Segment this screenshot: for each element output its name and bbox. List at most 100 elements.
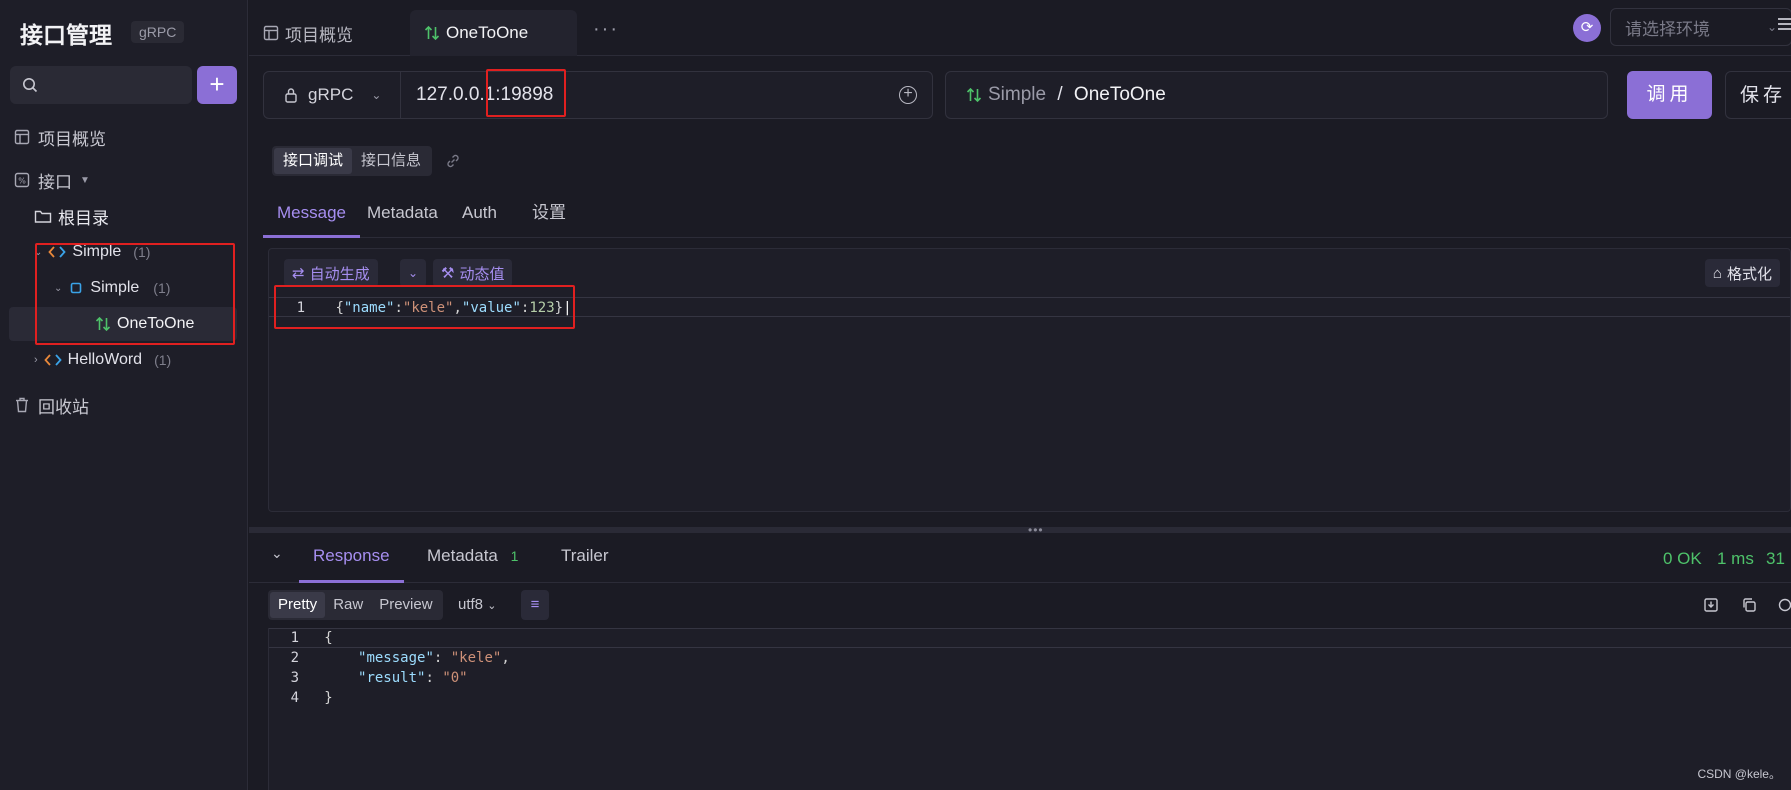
auto-generate-label: 自动生成 [309,265,370,283]
magic-wand-icon: ⚒ [441,265,455,282]
tab-label: 项目概览 [285,25,353,45]
copy-icon[interactable] [1741,597,1757,613]
bidirectional-arrows-icon [966,87,982,103]
tab-response[interactable]: Response [299,537,404,583]
auto-generate-dropdown[interactable]: ⌄ [400,259,426,287]
highlight-box-port [486,69,566,117]
sidebar-item-overview[interactable]: 项目概览 [0,120,246,154]
protocol-label: gRPC [308,85,354,104]
bidirectional-arrows-icon [424,25,440,41]
tree-item-count: (1) [154,352,172,368]
search-icon[interactable] [1777,597,1791,613]
highlight-box-message [274,285,575,329]
code-token: : [425,670,443,686]
format-icon: ⌂ [1712,264,1722,282]
format-button[interactable]: ⌂ 格式化 [1704,259,1780,287]
mode-info-tab[interactable]: 接口信息 [352,148,430,174]
path-separator: / [1052,84,1068,105]
line-number: 2 [290,650,299,666]
code-line: 1 { [269,628,510,648]
encoding-label: utf8 [458,596,484,613]
caret-down-icon[interactable]: ▼ [80,175,90,186]
view-raw-tab[interactable]: Raw [325,592,371,618]
api-icon: % [14,172,30,188]
code-token: "message" [358,650,434,666]
tab-onetoone[interactable]: OneToOne [410,10,577,56]
chevron-down-icon: ⌄ [1766,20,1777,34]
encoding-select[interactable]: utf8 ⌄ [458,596,496,613]
auto-generate-button[interactable]: ⇄ 自动生成 [284,259,378,287]
line-number: 1 [290,630,299,646]
service-name: Simple [988,84,1047,105]
tab-settings[interactable]: 设置 [518,196,580,238]
chevron-right-icon[interactable]: › [34,354,38,366]
sidebar-item-interfaces[interactable]: % 接口 ▼ [0,163,246,197]
mode-segment: 接口调试 接口信息 [272,146,433,176]
method-path: Simple / OneToOne [945,71,1608,119]
tab-trailer[interactable]: Trailer [547,537,623,583]
dynamic-value-button[interactable]: ⚒ 动态值 [433,259,513,287]
tab-label: OneToOne [446,23,529,42]
menu-icon[interactable] [1777,16,1791,32]
line-number: 4 [290,690,299,706]
tree-root-folder[interactable]: 根目录 [0,199,246,233]
code-token: "0" [442,670,468,686]
request-bar: gRPC ⌄ 127.0.0.1:19898 + [263,69,933,119]
method-name: OneToOne [1073,84,1166,105]
tab-metadata[interactable]: Metadata [353,196,452,238]
view-pretty-tab[interactable]: Pretty [270,592,326,618]
code-token: : [433,650,451,666]
tab-response-metadata[interactable]: Metadata 1 [413,537,532,583]
add-circle-icon[interactable]: + [899,86,917,104]
mode-debug-tab[interactable]: 接口调试 [274,148,353,174]
view-preview-tab[interactable]: Preview [371,592,440,618]
environment-select[interactable]: 请选择环境 ⌄ [1610,8,1791,46]
response-header: ⌄ Response Metadata 1 Trailer [249,533,1791,583]
tab-overview[interactable]: 项目概览 [249,10,367,56]
layout-icon [263,25,279,41]
protocol-select[interactable]: gRPC ⌄ [264,72,401,118]
app-title: 接口管理 [20,22,112,48]
link-icon[interactable] [445,153,461,169]
call-button[interactable]: 调用 [1627,71,1712,119]
save-button[interactable]: 保存 [1725,71,1791,119]
response-json-code: 1 {2 "message": "kele", 3 "result": "0" 4 … [269,628,510,708]
sidebar: 接口管理 gRPC + 项目概览 % 接口 ▼ 根目录 ⌄ Simple (1)… [0,0,248,790]
sidebar-item-label: 接口 [38,172,72,192]
line-number: 3 [290,670,299,686]
code-line: 3 "result": "0" [269,668,510,688]
format-label: 格式化 [1726,265,1772,283]
tab-auth[interactable]: Auth [448,196,511,238]
search-input[interactable] [10,66,192,104]
layout-icon [14,129,30,145]
response-view-segment: Pretty Raw Preview [268,590,443,620]
trash-icon [16,397,28,413]
wrap-lines-icon[interactable]: ≡ [521,590,549,620]
code-icon [43,354,62,366]
response-time: 1 ms [1717,549,1754,568]
tab-message[interactable]: Message [263,196,360,238]
sidebar-item-label: 回收站 [38,397,89,417]
highlight-box-tree [35,243,235,345]
chevron-down-icon: ⌄ [407,266,419,280]
app-window: 接口管理 gRPC + 项目概览 % 接口 ▼ 根目录 ⌄ Simple (1)… [0,0,1791,790]
repeat-icon: ⇄ [292,265,305,282]
add-button[interactable]: + [197,66,237,104]
sidebar-item-recycle-bin[interactable]: 回收站 [0,388,246,422]
collapse-chevron-icon[interactable]: ⌄ [271,545,283,562]
tree-root-label: 根目录 [58,208,109,228]
code-line: 4 } [269,688,510,708]
more-tabs-button[interactable]: ··· [593,18,619,41]
download-icon[interactable] [1703,597,1719,613]
message-editor[interactable]: ⇄ 自动生成 ⌄ ⚒ 动态值 ⌂ 格式化 1 {"name":"kele","v… [268,248,1791,512]
dynamic-value-label: 动态值 [459,265,505,283]
response-body[interactable]: 1 {2 "message": "kele", 3 "result": "0" 4 … [268,628,1791,790]
chevron-down-icon: ⌄ [487,600,497,612]
tree-item-helloword[interactable]: › HelloWord (1) [0,343,246,377]
sync-icon[interactable]: ⟳ [1573,14,1601,42]
code-token: } [324,690,333,706]
